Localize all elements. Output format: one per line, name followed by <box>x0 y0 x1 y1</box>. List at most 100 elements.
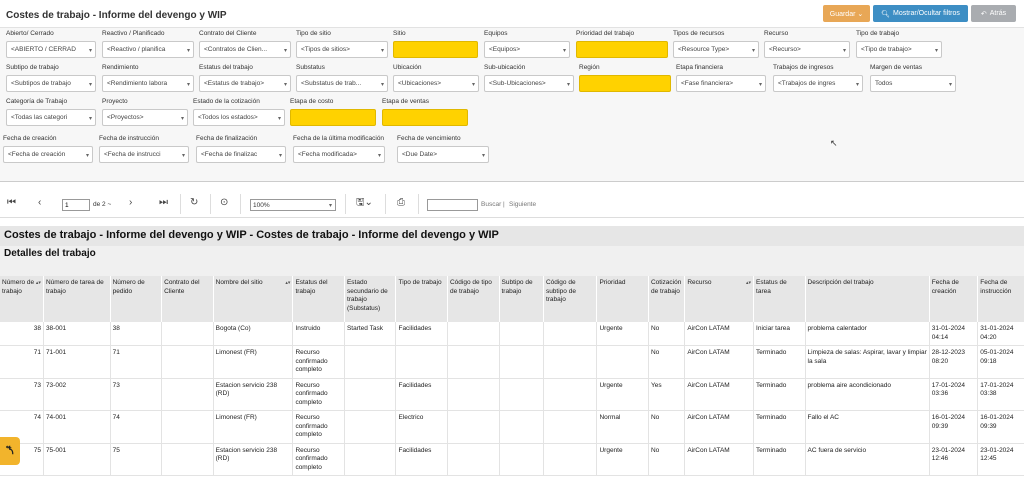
table-cell: 38-001 <box>43 322 111 346</box>
table-cell <box>344 345 397 379</box>
table-cell: Urgente <box>596 322 649 346</box>
filter-recurso-select[interactable]: <Recurso> ▾ <box>764 41 850 58</box>
refresh-icon[interactable]: ↻ <box>190 197 198 209</box>
filter-etapa-ventas-input[interactable] <box>382 109 468 126</box>
filter-fecha-finalizacion-select[interactable]: <Fecha de finalizac ▾ <box>196 146 286 163</box>
filter-subtipo-select[interactable]: <Subtipos de trabajo ▾ <box>6 75 96 92</box>
chevron-down-icon: ▾ <box>88 82 92 88</box>
column-header: Código de tipo de trabajo <box>447 276 500 322</box>
table-cell: 38 <box>0 322 44 346</box>
chevron-down-icon: ▾ <box>277 116 281 122</box>
filter-fecha-instruccion-select[interactable]: <Fecha de instrucci ▾ <box>99 146 189 163</box>
table-cell: Limonest (FR) <box>213 345 294 379</box>
chevron-down-icon: ▾ <box>377 153 381 159</box>
table-cell: AirCon LATAM <box>684 322 755 346</box>
filter-label: Recurso <box>764 30 789 37</box>
find-input[interactable] <box>427 199 478 211</box>
filter-tipo-sitio-select[interactable]: <Tipos de sitios> ▾ <box>296 41 388 58</box>
filter-prioridad-input[interactable] <box>576 41 668 58</box>
filter-tipo-trabajo-select[interactable]: <Tipo de trabajo> ▾ <box>856 41 942 58</box>
find-link[interactable]: Buscar <box>481 201 501 208</box>
filter-fecha-vencimiento-select[interactable]: <Due Date> ▾ <box>397 146 489 163</box>
filter-proyecto-select[interactable]: <Proyectos> ▾ <box>102 109 188 126</box>
save-disk-icon[interactable]: 🖫︎⌄ <box>356 197 373 209</box>
column-header: Cotización de trabajo <box>648 276 686 322</box>
filter-estado-cotizacion-select[interactable]: <Todos los estados> ▾ <box>193 109 285 126</box>
next-page-icon[interactable]: › <box>129 197 132 209</box>
back-to-parent-icon[interactable]: ⊙ <box>220 197 228 209</box>
chevron-down-icon: ▾ <box>380 82 384 88</box>
toggle-filters-button[interactable]: 🔍︎ Mostrar/Ocultar filtros <box>873 5 968 22</box>
filter-label: Etapa de ventas <box>382 98 429 105</box>
filter-panel: Abierto/ Cerrado <ABIERTO / CERRAD ▾ Reac… <box>0 28 1024 182</box>
filter-fecha-modificacion-select[interactable]: <Fecha modificada> ▾ <box>293 146 385 163</box>
column-header[interactable]: Recurso ▴▾ <box>684 276 755 322</box>
column-header[interactable]: Número de trabajo ▴▾ <box>0 276 44 322</box>
filter-region-input[interactable] <box>579 75 671 92</box>
help-widget-button[interactable]: ⯲︎ <box>0 437 20 465</box>
chevron-down-icon: ▾ <box>758 82 762 88</box>
table-cell <box>543 443 598 476</box>
table-cell: 71 <box>110 345 163 379</box>
filter-categoria-select[interactable]: <Todas las categori ▾ <box>6 109 96 126</box>
table-cell: 75-001 <box>43 443 111 476</box>
table-row: 73 73-002 73 Estacion servicio 238 (RD) Recu… <box>0 378 1024 411</box>
save-button[interactable]: Guardar ⌄ <box>823 5 870 22</box>
table-cell: 31-01-2024 04:14 <box>929 322 979 346</box>
filter-estatus-select[interactable]: <Estatus de trabajo> ▾ <box>199 75 291 92</box>
filter-rendimiento-select[interactable]: <Rendimiento labora ▾ <box>102 75 194 92</box>
filter-sububicacion-select[interactable]: <Sub-Ubicaciones> ▾ <box>484 75 574 92</box>
table-cell: Facilidades <box>395 322 448 346</box>
chevron-down-icon: ▾ <box>562 48 566 54</box>
chevron-down-icon: ▾ <box>186 48 190 54</box>
filter-label: Rendimiento <box>102 64 139 71</box>
filter-reactivo-select[interactable]: <Reactivo / planifica ▾ <box>102 41 194 58</box>
filter-trabajos-ingresos-select[interactable]: <Trabajos de ingres ▾ <box>773 75 863 92</box>
table-cell <box>161 443 214 476</box>
table-cell: AirCon LATAM <box>684 378 755 411</box>
filter-etapa-financiera-select[interactable]: <Fase financiera> ▾ <box>676 75 766 92</box>
zoom-select[interactable]: 100% ▾ <box>250 199 336 211</box>
filter-margen-select[interactable]: Todos ▾ <box>870 75 956 92</box>
back-label: Atrás <box>989 10 1007 17</box>
column-header: Prioridad <box>596 276 649 322</box>
column-header[interactable]: Nombre del sitio ▴▾ <box>213 276 294 322</box>
filter-fecha-creacion-select[interactable]: <Fecha de creación ▾ <box>3 146 93 163</box>
filter-ubicacion-select[interactable]: <Ubicaciones> ▾ <box>393 75 479 92</box>
filter-tipos-recursos-select[interactable]: <Resource Type> ▾ <box>673 41 759 58</box>
filter-label: Región <box>579 64 600 71</box>
back-button[interactable]: ↶ Atrás <box>971 5 1016 22</box>
table-cell <box>543 322 598 346</box>
filter-label: Trabajos de ingresos <box>773 64 834 71</box>
table-cell <box>161 322 214 346</box>
chevron-down-icon: ▾ <box>88 48 92 54</box>
job-details-table: Número de trabajo ▴▾ Número de tarea de t… <box>0 276 1024 476</box>
first-page-icon[interactable]: ⏮︎ <box>7 197 16 209</box>
table-cell: Estacion servicio 238 (RD) <box>213 443 294 476</box>
filter-label: Etapa financiera <box>676 64 723 71</box>
table-cell <box>344 443 397 476</box>
column-header: Número de tarea de trabajo <box>43 276 111 322</box>
table-cell <box>395 345 448 379</box>
filter-etapa-costo-input[interactable] <box>290 109 376 126</box>
table-cell: Fallo el AC <box>805 410 930 444</box>
filter-label: Subtipo de trabajo <box>6 64 59 71</box>
filter-equipos-select[interactable]: <Equipos> ▾ <box>484 41 570 58</box>
last-page-icon[interactable]: ⏭︎ <box>159 197 168 209</box>
filter-sitio-input[interactable] <box>393 41 478 58</box>
print-icon[interactable]: ⎙ <box>397 197 405 209</box>
table-cell <box>543 345 598 379</box>
filter-label: Tipo de sitio <box>296 30 331 37</box>
filter-abierto-select[interactable]: <ABIERTO / CERRAD ▾ <box>6 41 96 58</box>
table-cell: Urgente <box>596 378 649 411</box>
table-row: 71 71-001 71 Limonest (FR) Recurso confirmad… <box>0 345 1024 379</box>
table-cell: 73-002 <box>43 378 111 411</box>
previous-page-icon[interactable]: ‹ <box>38 197 41 209</box>
table-cell: Recurso confirmado completo <box>292 443 345 476</box>
table-cell <box>161 378 214 411</box>
chevron-down-icon: ▾ <box>278 153 282 159</box>
find-next-link[interactable]: Siguiente <box>509 201 536 208</box>
filter-contrato-select[interactable]: <Contratos de Clien... ▾ <box>199 41 291 58</box>
filter-substatus-select[interactable]: <Substatus de trab... ▾ <box>296 75 388 92</box>
page-number-input[interactable] <box>62 199 90 211</box>
